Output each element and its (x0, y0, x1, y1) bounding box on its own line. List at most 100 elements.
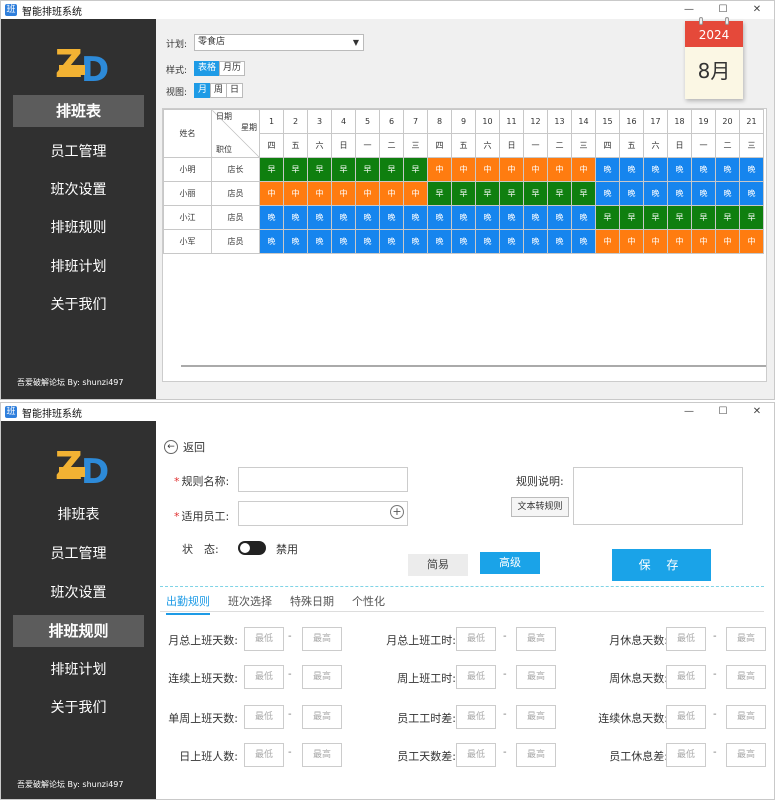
shift-cell[interactable]: 中 (619, 229, 644, 254)
maximize-button[interactable]: ☐ (706, 1, 740, 19)
save-button[interactable]: 保 存 (612, 549, 711, 581)
shift-cell[interactable]: 晚 (691, 157, 716, 182)
minimize-button[interactable]: — (672, 403, 706, 421)
plus-icon[interactable]: + (390, 505, 404, 519)
shift-cell[interactable]: 晚 (331, 229, 356, 254)
shift-cell[interactable]: 中 (739, 229, 764, 254)
nav-schedule-table[interactable]: 排班表 (13, 499, 144, 531)
nav-schedule-table[interactable]: 排班表 (13, 95, 144, 127)
shift-cell[interactable]: 晚 (595, 181, 620, 206)
shift-cell[interactable]: 早 (307, 157, 332, 182)
description-textarea[interactable] (573, 467, 743, 525)
max-input[interactable]: 最高 (302, 627, 342, 651)
min-input[interactable]: 最低 (456, 665, 496, 689)
shift-cell[interactable]: 中 (715, 229, 740, 254)
min-input[interactable]: 最低 (666, 627, 706, 651)
shift-cell[interactable]: 晚 (667, 181, 692, 206)
back-button[interactable]: ← 返回 (164, 439, 205, 455)
shift-cell[interactable]: 中 (547, 157, 572, 182)
shift-cell[interactable]: 中 (307, 181, 332, 206)
min-input[interactable]: 最低 (666, 705, 706, 729)
shift-cell[interactable]: 中 (403, 181, 428, 206)
max-input[interactable]: 最高 (726, 705, 766, 729)
shift-cell[interactable]: 中 (667, 229, 692, 254)
nav-schedule-rules[interactable]: 排班规则 (13, 615, 144, 647)
shift-cell[interactable]: 中 (643, 229, 668, 254)
min-input[interactable]: 最低 (244, 627, 284, 651)
shift-cell[interactable]: 中 (451, 157, 476, 182)
style-option-table[interactable]: 表格 (194, 61, 221, 76)
nav-schedule-plan[interactable]: 排班计划 (13, 251, 144, 283)
shift-cell[interactable]: 早 (595, 205, 620, 230)
shift-cell[interactable]: 中 (259, 181, 284, 206)
shift-cell[interactable]: 晚 (619, 157, 644, 182)
shift-cell[interactable]: 晚 (451, 205, 476, 230)
nav-shift-settings[interactable]: 班次设置 (13, 174, 144, 206)
min-input[interactable]: 最低 (456, 743, 496, 767)
shift-cell[interactable]: 晚 (643, 181, 668, 206)
shift-cell[interactable]: 晚 (571, 229, 596, 254)
shift-cell[interactable]: 早 (379, 157, 404, 182)
max-input[interactable]: 最高 (302, 743, 342, 767)
shift-cell[interactable]: 早 (739, 205, 764, 230)
shift-cell[interactable]: 中 (499, 157, 524, 182)
shift-cell[interactable]: 晚 (571, 205, 596, 230)
shift-cell[interactable]: 晚 (451, 229, 476, 254)
shift-cell[interactable]: 晚 (259, 205, 284, 230)
employees-input[interactable]: + (238, 501, 408, 526)
mode-advanced-button[interactable]: 高级 (480, 552, 540, 574)
max-input[interactable]: 最高 (302, 665, 342, 689)
shift-cell[interactable]: 早 (427, 181, 452, 206)
max-input[interactable]: 最高 (726, 743, 766, 767)
shift-cell[interactable]: 晚 (259, 229, 284, 254)
style-option-calendar[interactable]: 月历 (219, 61, 246, 76)
shift-cell[interactable]: 晚 (379, 205, 404, 230)
shift-cell[interactable]: 早 (355, 157, 380, 182)
shift-cell[interactable]: 晚 (499, 205, 524, 230)
nav-about-us[interactable]: 关于我们 (13, 289, 144, 321)
shift-cell[interactable]: 早 (451, 181, 476, 206)
shift-cell[interactable]: 晚 (379, 229, 404, 254)
shift-cell[interactable]: 晚 (403, 205, 428, 230)
view-option-week[interactable]: 周 (210, 83, 228, 98)
min-input[interactable]: 最低 (666, 665, 706, 689)
shift-cell[interactable]: 晚 (547, 205, 572, 230)
min-input[interactable]: 最低 (666, 743, 706, 767)
shift-cell[interactable]: 晚 (547, 229, 572, 254)
shift-cell[interactable]: 晚 (307, 205, 332, 230)
shift-cell[interactable]: 晚 (499, 229, 524, 254)
mode-simple-button[interactable]: 简易 (408, 554, 468, 576)
shift-cell[interactable]: 晚 (475, 229, 500, 254)
close-button[interactable]: ✕ (740, 403, 774, 421)
shift-cell[interactable]: 晚 (283, 205, 308, 230)
close-button[interactable]: ✕ (740, 1, 774, 19)
shift-cell[interactable]: 晚 (691, 181, 716, 206)
nav-schedule-plan[interactable]: 排班计划 (13, 654, 144, 686)
shift-cell[interactable]: 中 (691, 229, 716, 254)
shift-cell[interactable]: 中 (355, 181, 380, 206)
shift-cell[interactable]: 晚 (331, 205, 356, 230)
shift-cell[interactable]: 晚 (475, 205, 500, 230)
maximize-button[interactable]: ☐ (706, 403, 740, 421)
shift-cell[interactable]: 晚 (355, 205, 380, 230)
shift-cell[interactable]: 晚 (403, 229, 428, 254)
max-input[interactable]: 最高 (302, 705, 342, 729)
shift-cell[interactable]: 中 (475, 157, 500, 182)
shift-cell[interactable]: 早 (619, 205, 644, 230)
max-input[interactable]: 最高 (726, 627, 766, 651)
max-input[interactable]: 最高 (516, 705, 556, 729)
shift-cell[interactable]: 晚 (307, 229, 332, 254)
shift-cell[interactable]: 晚 (427, 229, 452, 254)
shift-cell[interactable]: 中 (595, 229, 620, 254)
shift-cell[interactable]: 早 (523, 181, 548, 206)
shift-cell[interactable]: 晚 (739, 157, 764, 182)
text-to-rule-button[interactable]: 文本转规则 (511, 497, 569, 517)
nav-schedule-rules[interactable]: 排班规则 (13, 212, 144, 244)
shift-cell[interactable]: 晚 (355, 229, 380, 254)
shift-cell[interactable]: 晚 (715, 181, 740, 206)
shift-cell[interactable]: 晚 (283, 229, 308, 254)
min-input[interactable]: 最低 (456, 705, 496, 729)
min-input[interactable]: 最低 (456, 627, 496, 651)
max-input[interactable]: 最高 (726, 665, 766, 689)
shift-cell[interactable]: 早 (667, 205, 692, 230)
